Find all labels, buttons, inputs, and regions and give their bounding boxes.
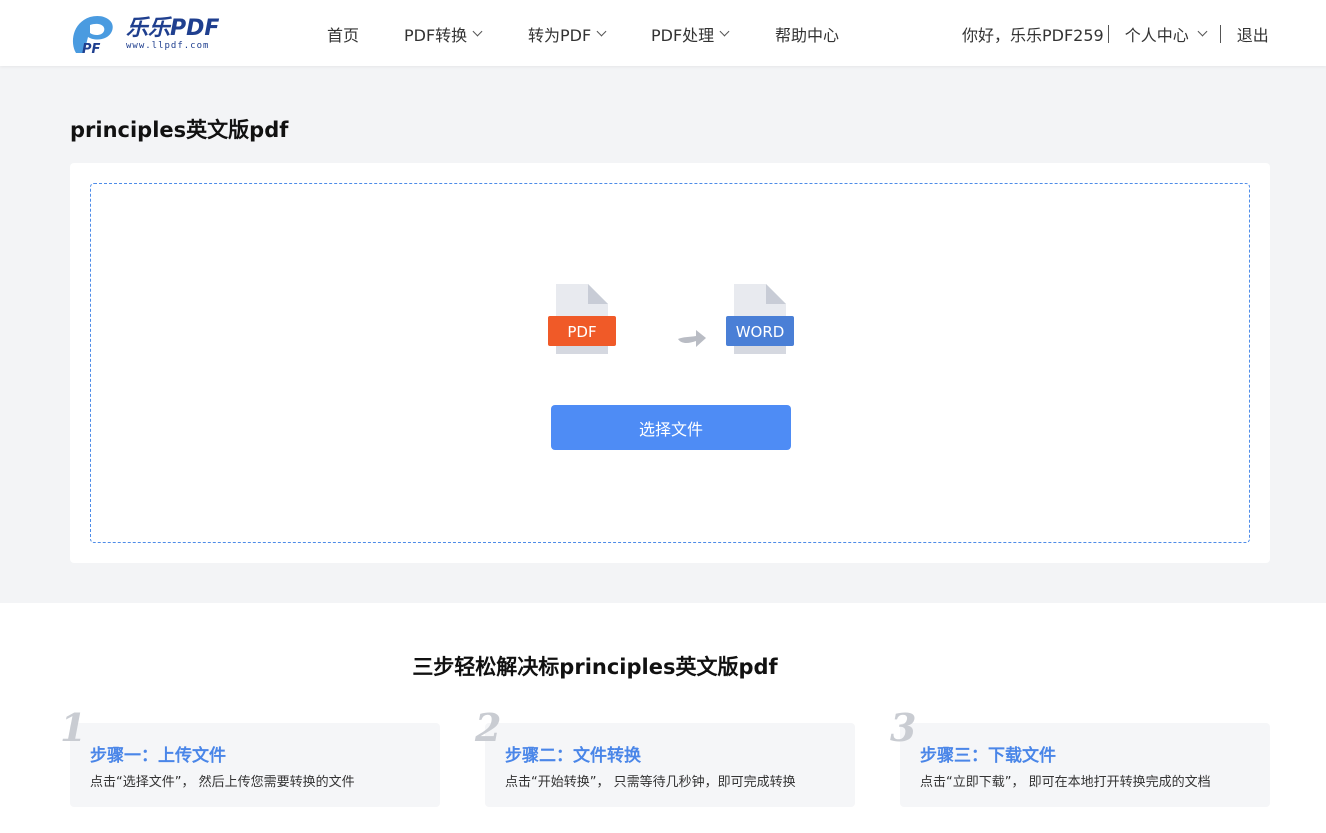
chevron-down-icon bbox=[719, 26, 730, 37]
svg-text:PF: PF bbox=[82, 42, 101, 55]
divider bbox=[1107, 25, 1109, 43]
divider bbox=[1219, 25, 1221, 43]
top-header: PF 乐乐PDF www.llpdf.com 首页 PDF转换 转为PDF PD… bbox=[0, 0, 1326, 66]
word-badge-label: WORD bbox=[736, 323, 785, 341]
nav-home[interactable]: 首页 bbox=[327, 22, 359, 46]
word-file-icon: WORD bbox=[726, 284, 794, 356]
select-file-button[interactable]: 选择文件 bbox=[551, 405, 791, 450]
upload-card: PDF WORD 选择文件 bbox=[70, 163, 1270, 563]
step-number: 2 bbox=[475, 705, 502, 750]
chevron-down-icon bbox=[472, 26, 483, 37]
site-logo[interactable]: PF 乐乐PDF www.llpdf.com bbox=[68, 12, 233, 57]
step-card: 2 步骤二：文件转换 点击“开始转换”， 只需等待几秒钟，即可完成转换 bbox=[475, 705, 855, 807]
step-description: 点击“开始转换”， 只需等待几秒钟，即可完成转换 bbox=[505, 775, 796, 790]
user-area: 你好，乐乐PDF259 个人中心 退出 bbox=[962, 22, 1269, 46]
nav-help-label: 帮助中心 bbox=[775, 26, 840, 45]
step-heading: 步骤三：下载文件 bbox=[920, 746, 1056, 766]
steps-section: 三步轻松解决标principles英文版pdf 1 步骤一：上传文件 点击“选择… bbox=[0, 603, 1326, 833]
nav-to-pdf[interactable]: 转为PDF bbox=[528, 22, 607, 46]
step-heading: 步骤一：上传文件 bbox=[90, 746, 226, 766]
nav-to-pdf-label: 转为PDF bbox=[528, 26, 592, 45]
logo-icon: PF bbox=[68, 13, 120, 57]
step-heading: 步骤二：文件转换 bbox=[505, 746, 641, 766]
step-card: 3 步骤三：下载文件 点击“立即下载”， 即可在本地打开转换完成的文档 bbox=[890, 705, 1270, 807]
page-title: principles英文版pdf bbox=[70, 118, 289, 142]
nav-pdf-process-label: PDF处理 bbox=[651, 26, 715, 45]
step-description: 点击“立即下载”， 即可在本地打开转换完成的文档 bbox=[920, 775, 1211, 790]
step-number: 1 bbox=[60, 705, 87, 750]
logo-url: www.llpdf.com bbox=[126, 40, 210, 51]
step-description: 点击“选择文件”， 然后上传您需要转换的文件 bbox=[90, 775, 355, 790]
logout-link[interactable]: 退出 bbox=[1237, 22, 1269, 46]
nav-pdf-convert-label: PDF转换 bbox=[404, 26, 468, 45]
nav-help[interactable]: 帮助中心 bbox=[775, 22, 839, 46]
greeting-text: 你好，乐乐PDF259 bbox=[962, 26, 1104, 45]
step-number: 3 bbox=[890, 705, 917, 750]
step-card: 1 步骤一：上传文件 点击“选择文件”， 然后上传您需要转换的文件 bbox=[60, 705, 440, 807]
chevron-down-icon bbox=[596, 26, 607, 37]
pdf-badge-label: PDF bbox=[567, 323, 596, 341]
file-dropzone[interactable]: PDF WORD 选择文件 bbox=[90, 183, 1250, 543]
nav-pdf-convert[interactable]: PDF转换 bbox=[404, 22, 483, 46]
arrow-right-icon bbox=[676, 327, 708, 351]
user-center-label: 个人中心 bbox=[1124, 26, 1189, 45]
user-center-link[interactable]: 个人中心 bbox=[1124, 22, 1208, 46]
nav-pdf-process[interactable]: PDF处理 bbox=[651, 22, 730, 46]
chevron-down-icon bbox=[1197, 26, 1208, 37]
steps-title: 三步轻松解决标principles英文版pdf bbox=[412, 655, 778, 679]
nav-home-label: 首页 bbox=[327, 26, 360, 45]
pdf-file-icon: PDF bbox=[548, 284, 616, 356]
logo-name: 乐乐PDF bbox=[126, 15, 220, 41]
